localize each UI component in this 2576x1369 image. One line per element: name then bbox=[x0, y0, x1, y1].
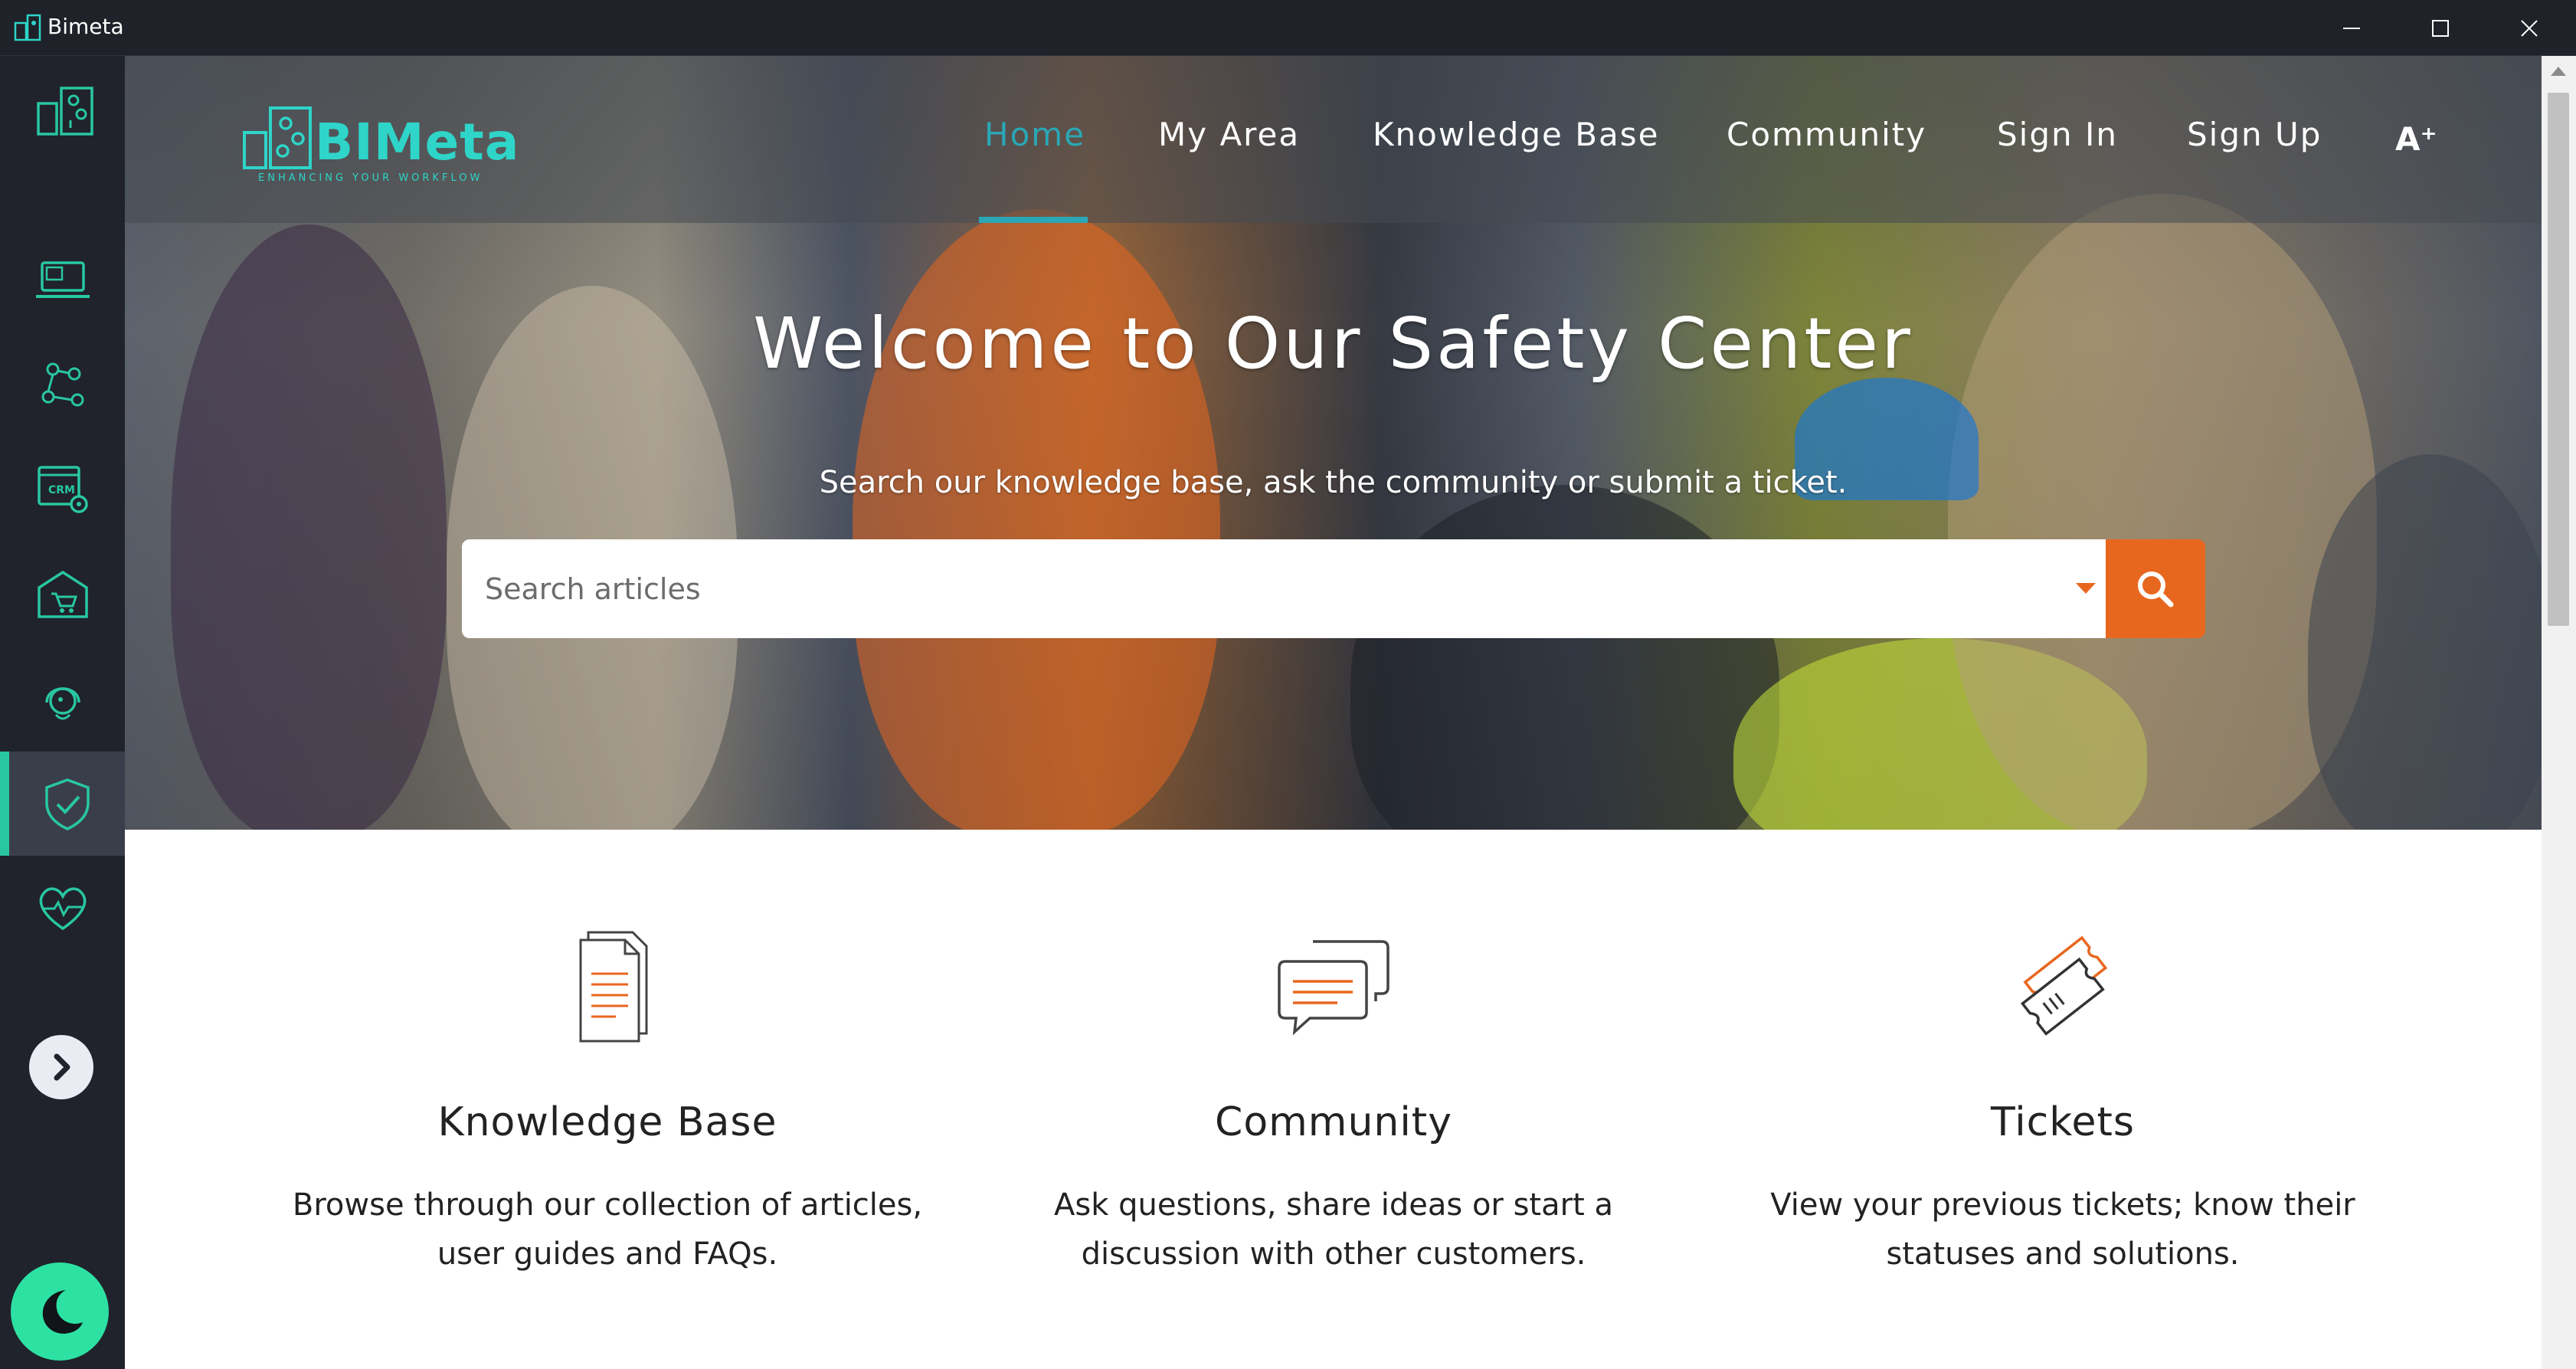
feature-description-line: statuses and solutions. bbox=[1886, 1236, 2240, 1272]
scrollbar-thumb[interactable] bbox=[2548, 93, 2569, 626]
bimeta-logo-icon[interactable] bbox=[34, 77, 97, 140]
nav-home[interactable]: Home bbox=[984, 116, 1085, 159]
rail-item-laptop[interactable] bbox=[0, 228, 125, 332]
feature-title: Community bbox=[1215, 1099, 1452, 1145]
nav-active-indicator bbox=[979, 217, 1088, 223]
search-button[interactable] bbox=[2106, 539, 2205, 638]
search-input[interactable] bbox=[485, 539, 2017, 638]
feature-description-line: View your previous tickets; know their bbox=[1770, 1187, 2355, 1223]
nav-my-area[interactable]: My Area bbox=[1158, 116, 1300, 159]
site-navbar: BIMeta ENHANCING YOUR WORKFLOW Home My A… bbox=[125, 56, 2542, 223]
document-icon bbox=[579, 931, 648, 1043]
feature-knowledge-base[interactable]: Knowledge Base Browse through our collec… bbox=[240, 922, 975, 1279]
feature-description: Ask questions, share ideas or start a di… bbox=[966, 1181, 1701, 1279]
feature-community[interactable]: Community Ask questions, share ideas or … bbox=[966, 922, 1701, 1279]
nav-sign-up[interactable]: Sign Up bbox=[2187, 116, 2322, 159]
health-heart-icon bbox=[39, 887, 86, 931]
app-sidebar: CRM bbox=[0, 56, 125, 1369]
ticket-icon bbox=[2020, 935, 2108, 1036]
brand-logo[interactable]: BIMeta ENHANCING YOUR WORKFLOW bbox=[241, 93, 519, 192]
brand-tagline: ENHANCING YOUR WORKFLOW bbox=[258, 172, 483, 184]
feature-description-line: Browse through our collection of article… bbox=[292, 1187, 923, 1223]
nav-community[interactable]: Community bbox=[1727, 116, 1926, 159]
rail-item-health[interactable] bbox=[0, 856, 125, 960]
rail-item-safety[interactable] bbox=[0, 752, 125, 856]
rail-item-support[interactable] bbox=[0, 647, 125, 751]
chat-icon bbox=[1278, 940, 1389, 1036]
svg-text:CRM: CRM bbox=[48, 484, 75, 496]
safety-shield-icon bbox=[44, 778, 90, 830]
moon-icon bbox=[42, 1290, 83, 1334]
web-content: BIMeta ENHANCING YOUR WORKFLOW Home My A… bbox=[125, 56, 2542, 1369]
search-dropdown-caret-icon[interactable] bbox=[2076, 583, 2096, 594]
minimize-button[interactable] bbox=[2307, 0, 2396, 56]
rail-item-store[interactable] bbox=[0, 542, 125, 647]
hero-banner: BIMeta ENHANCING YOUR WORKFLOW Home My A… bbox=[125, 56, 2542, 830]
feature-description-line: user guides and FAQs. bbox=[437, 1236, 778, 1272]
feature-description: Browse through our collection of article… bbox=[240, 1181, 975, 1279]
expand-sidebar-button[interactable] bbox=[29, 1035, 93, 1099]
hero-title: Welcome to Our Safety Center bbox=[753, 303, 1913, 385]
chevron-right-icon bbox=[54, 1053, 70, 1081]
minimize-icon bbox=[2343, 27, 2360, 29]
maximize-icon bbox=[2432, 19, 2449, 37]
support-agent-icon bbox=[44, 687, 80, 720]
network-icon bbox=[41, 362, 83, 407]
feature-description: View your previous tickets; know their s… bbox=[1695, 1181, 2430, 1279]
window-title: Bimeta bbox=[47, 14, 124, 39]
search-icon bbox=[2138, 571, 2174, 607]
font-size-icon[interactable]: A⁺ bbox=[2395, 120, 2437, 158]
nav-sign-in[interactable]: Sign In bbox=[1997, 116, 2118, 159]
nav-knowledge-base[interactable]: Knowledge Base bbox=[1373, 116, 1660, 159]
rail-item-crm[interactable]: CRM bbox=[0, 437, 125, 542]
page-scrollbar[interactable] bbox=[2542, 56, 2576, 1369]
feature-title: Knowledge Base bbox=[437, 1099, 777, 1145]
hero-subtitle: Search our knowledge base, ask the commu… bbox=[819, 465, 1848, 500]
maximize-button[interactable] bbox=[2396, 0, 2485, 56]
title-bar: Bimeta bbox=[0, 0, 2576, 56]
brand-name: BIMeta bbox=[315, 113, 520, 172]
feature-title: Tickets bbox=[1991, 1099, 2135, 1145]
close-button[interactable] bbox=[2485, 0, 2574, 56]
feature-tickets[interactable]: Tickets View your previous tickets; know… bbox=[1695, 922, 2430, 1279]
feature-description-line: discussion with other customers. bbox=[1081, 1236, 1586, 1272]
brand-building-icon bbox=[243, 106, 312, 169]
scroll-up-icon[interactable] bbox=[2551, 67, 2566, 76]
laptop-icon bbox=[35, 261, 90, 298]
hero-photo-person bbox=[1350, 485, 1779, 830]
theme-toggle-button[interactable] bbox=[11, 1263, 109, 1361]
rail-item-network[interactable] bbox=[0, 333, 125, 437]
crm-settings-icon: CRM bbox=[37, 466, 88, 513]
store-icon bbox=[37, 570, 88, 618]
feature-description-line: Ask questions, share ideas or start a bbox=[1054, 1187, 1613, 1223]
bimeta-app-icon bbox=[14, 14, 41, 41]
search-box bbox=[462, 539, 2106, 638]
close-icon bbox=[2521, 19, 2538, 37]
